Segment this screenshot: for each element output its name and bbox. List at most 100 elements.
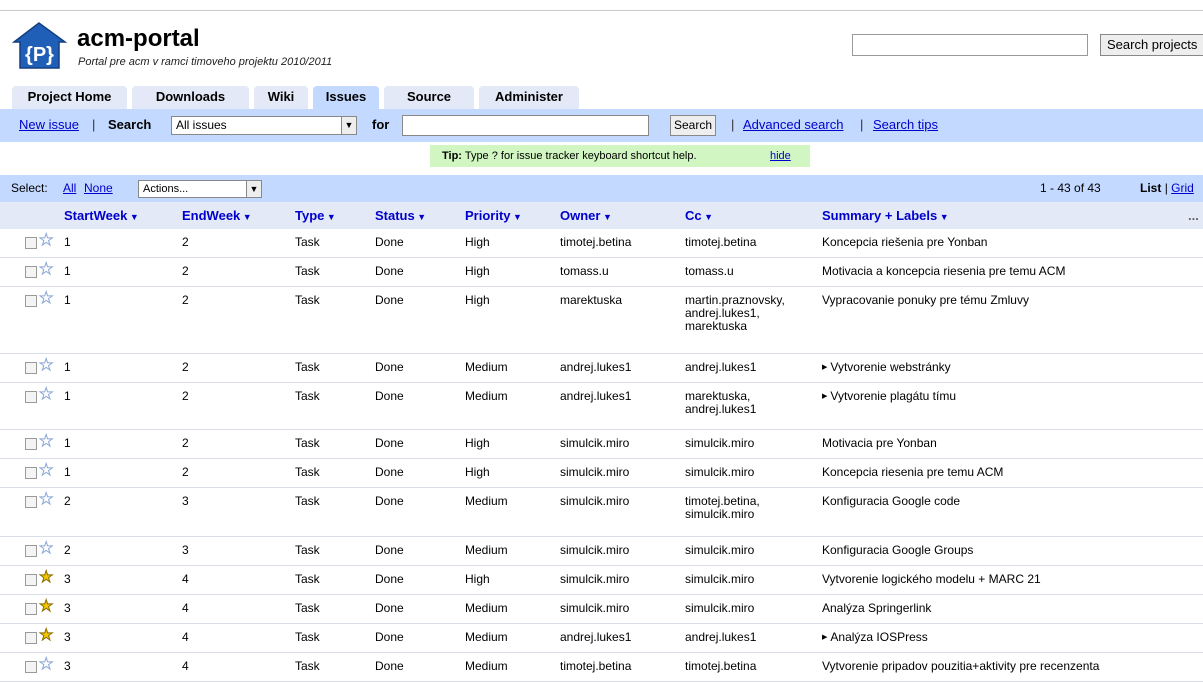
- table-row[interactable]: ★ 1 2 Task Done High tomass.u tomass.u Motivacia…: [0, 258, 1203, 287]
- row-checkbox[interactable]: [25, 362, 37, 374]
- expand-triangle-icon[interactable]: ▶: [822, 634, 827, 641]
- new-issue-link[interactable]: New issue: [19, 117, 79, 132]
- select-none-link[interactable]: None: [84, 181, 113, 195]
- cell-summary[interactable]: Konfiguracia Google Groups: [822, 544, 973, 557]
- select-all-link[interactable]: All: [63, 181, 76, 195]
- row-checkbox[interactable]: [25, 467, 37, 479]
- star-icon[interactable]: ★: [38, 261, 53, 278]
- row-checkbox[interactable]: [25, 266, 37, 278]
- column-header-startweek[interactable]: StartWeek ▼: [64, 208, 139, 223]
- search-projects-input[interactable]: [852, 34, 1088, 56]
- cell-summary[interactable]: ▶ Vytvorenie plagátu tímu: [822, 390, 956, 403]
- cell-owner[interactable]: simulcik.miro: [560, 466, 629, 479]
- grid-view-link[interactable]: Grid: [1171, 181, 1194, 195]
- table-row[interactable]: ★ 1 2 Task Done Medium andrej.lukes1 marektuska…: [0, 383, 1203, 430]
- cell-owner[interactable]: simulcik.miro: [560, 437, 629, 450]
- tab-issues[interactable]: Issues: [313, 86, 379, 109]
- more-columns-icon[interactable]: ...: [1188, 208, 1199, 223]
- tab-wiki[interactable]: Wiki: [254, 86, 308, 109]
- cell-summary[interactable]: Analýza Springerlink: [822, 602, 931, 615]
- row-checkbox[interactable]: [25, 545, 37, 557]
- tab-project-home[interactable]: Project Home: [12, 86, 127, 109]
- star-icon[interactable]: ★: [38, 598, 53, 615]
- search-projects-button[interactable]: Search projects: [1100, 34, 1203, 56]
- star-icon[interactable]: ★: [38, 232, 53, 249]
- star-icon[interactable]: ★: [38, 357, 53, 374]
- actions-select[interactable]: Actions... ▼: [138, 180, 262, 198]
- star-icon[interactable]: ★: [38, 290, 53, 307]
- column-header-owner[interactable]: Owner ▼: [560, 208, 612, 223]
- star-icon[interactable]: ★: [38, 433, 53, 450]
- star-icon[interactable]: ★: [38, 462, 53, 479]
- row-checkbox[interactable]: [25, 574, 37, 586]
- cell-owner[interactable]: tomass.u: [560, 265, 609, 278]
- column-header-cc[interactable]: Cc ▼: [685, 208, 713, 223]
- star-icon[interactable]: ★: [38, 386, 53, 403]
- column-header-type[interactable]: Type ▼: [295, 208, 336, 223]
- project-logo[interactable]: {P}: [11, 20, 68, 71]
- table-row[interactable]: ★ 2 3 Task Done Medium simulcik.miro simulcik.m…: [0, 537, 1203, 566]
- table-row[interactable]: ★ 1 2 Task Done Medium andrej.lukes1 andrej.luk…: [0, 354, 1203, 383]
- row-checkbox[interactable]: [25, 295, 37, 307]
- issue-scope-select[interactable]: All issues ▼: [171, 116, 357, 135]
- view-switcher: List | Grid: [1140, 181, 1194, 195]
- cell-summary[interactable]: ▶ Vytvorenie webstránky: [822, 361, 951, 374]
- row-checkbox[interactable]: [25, 496, 37, 508]
- cell-owner[interactable]: andrej.lukes1: [560, 631, 631, 644]
- star-icon[interactable]: ★: [38, 569, 53, 586]
- cell-owner[interactable]: timotej.betina: [560, 660, 631, 673]
- cell-summary[interactable]: Koncepcia riesenia pre temu ACM: [822, 466, 1003, 479]
- row-checkbox[interactable]: [25, 391, 37, 403]
- tab-administer[interactable]: Administer: [479, 86, 579, 109]
- cell-summary[interactable]: Motivacia a koncepcia riesenia pre temu …: [822, 265, 1065, 278]
- cell-owner[interactable]: simulcik.miro: [560, 544, 629, 557]
- project-name[interactable]: acm-portal: [77, 25, 200, 53]
- cell-summary[interactable]: Vytvorenie logického modelu + MARC 21: [822, 573, 1041, 586]
- hide-tip-link[interactable]: hide: [770, 145, 791, 167]
- cell-owner[interactable]: timotej.betina: [560, 236, 631, 249]
- advanced-search-link[interactable]: Advanced search: [743, 117, 843, 132]
- table-row[interactable]: ★ 3 4 Task Done Medium simulcik.miro simulcik.m…: [0, 595, 1203, 624]
- cell-summary[interactable]: Motivacia pre Yonban: [822, 437, 937, 450]
- column-header-priority[interactable]: Priority ▼: [465, 208, 522, 223]
- cell-summary[interactable]: ▶ Analýza IOSPress: [822, 631, 928, 644]
- cell-owner[interactable]: marektuska: [560, 294, 622, 307]
- cell-summary[interactable]: Vytvorenie pripadov pouzitia+aktivity pr…: [822, 660, 1099, 673]
- cell-owner[interactable]: simulcik.miro: [560, 602, 629, 615]
- row-checkbox[interactable]: [25, 237, 37, 249]
- cell-owner[interactable]: andrej.lukes1: [560, 361, 631, 374]
- star-icon[interactable]: ★: [38, 627, 53, 644]
- cell-summary[interactable]: Vypracovanie ponuky pre tému Zmluvy: [822, 294, 1029, 307]
- expand-triangle-icon[interactable]: ▶: [822, 364, 827, 371]
- row-checkbox[interactable]: [25, 438, 37, 450]
- row-checkbox[interactable]: [25, 632, 37, 644]
- table-row[interactable]: ★ 1 2 Task Done High simulcik.miro simulcik.mir…: [0, 430, 1203, 459]
- tab-source[interactable]: Source: [384, 86, 474, 109]
- search-tips-link[interactable]: Search tips: [873, 117, 938, 132]
- tab-downloads[interactable]: Downloads: [132, 86, 249, 109]
- issue-search-input[interactable]: [402, 115, 649, 136]
- star-icon[interactable]: ★: [38, 491, 53, 508]
- column-header-status[interactable]: Status ▼: [375, 208, 426, 223]
- table-row[interactable]: ★ 3 4 Task Done Medium andrej.lukes1 andrej.luk…: [0, 624, 1203, 653]
- table-row[interactable]: ★ 1 2 Task Done High timotej.betina timotej.bet…: [0, 229, 1203, 258]
- row-checkbox[interactable]: [25, 661, 37, 673]
- star-icon[interactable]: ★: [38, 540, 53, 557]
- star-icon[interactable]: ★: [38, 656, 53, 673]
- issue-search-button[interactable]: Search: [670, 115, 717, 136]
- cell-owner[interactable]: simulcik.miro: [560, 573, 629, 586]
- expand-triangle-icon[interactable]: ▶: [822, 393, 827, 400]
- table-row[interactable]: ★ 3 4 Task Done High simulcik.miro simulcik.mir…: [0, 566, 1203, 595]
- table-row[interactable]: ★ 2 3 Task Done Medium simulcik.miro timotej.be…: [0, 488, 1203, 537]
- table-row[interactable]: ★ 1 2 Task Done High marektuska martin.praznovs…: [0, 287, 1203, 354]
- cell-owner[interactable]: simulcik.miro: [560, 495, 629, 508]
- table-row[interactable]: ★ 1 2 Task Done High simulcik.miro simulcik.mir…: [0, 459, 1203, 488]
- table-row[interactable]: ★ 3 4 Task Done Medium timotej.betina timotej.b…: [0, 653, 1203, 682]
- cell-summary[interactable]: Koncepcia riešenia pre Yonban: [822, 236, 987, 249]
- cell-summary[interactable]: Konfiguracia Google code: [822, 495, 960, 508]
- cell-owner[interactable]: andrej.lukes1: [560, 390, 631, 403]
- cell-status: Done: [375, 630, 404, 644]
- column-header-summary-labels[interactable]: Summary + Labels ▼: [822, 208, 949, 223]
- row-checkbox[interactable]: [25, 603, 37, 615]
- column-header-endweek[interactable]: EndWeek ▼: [182, 208, 252, 223]
